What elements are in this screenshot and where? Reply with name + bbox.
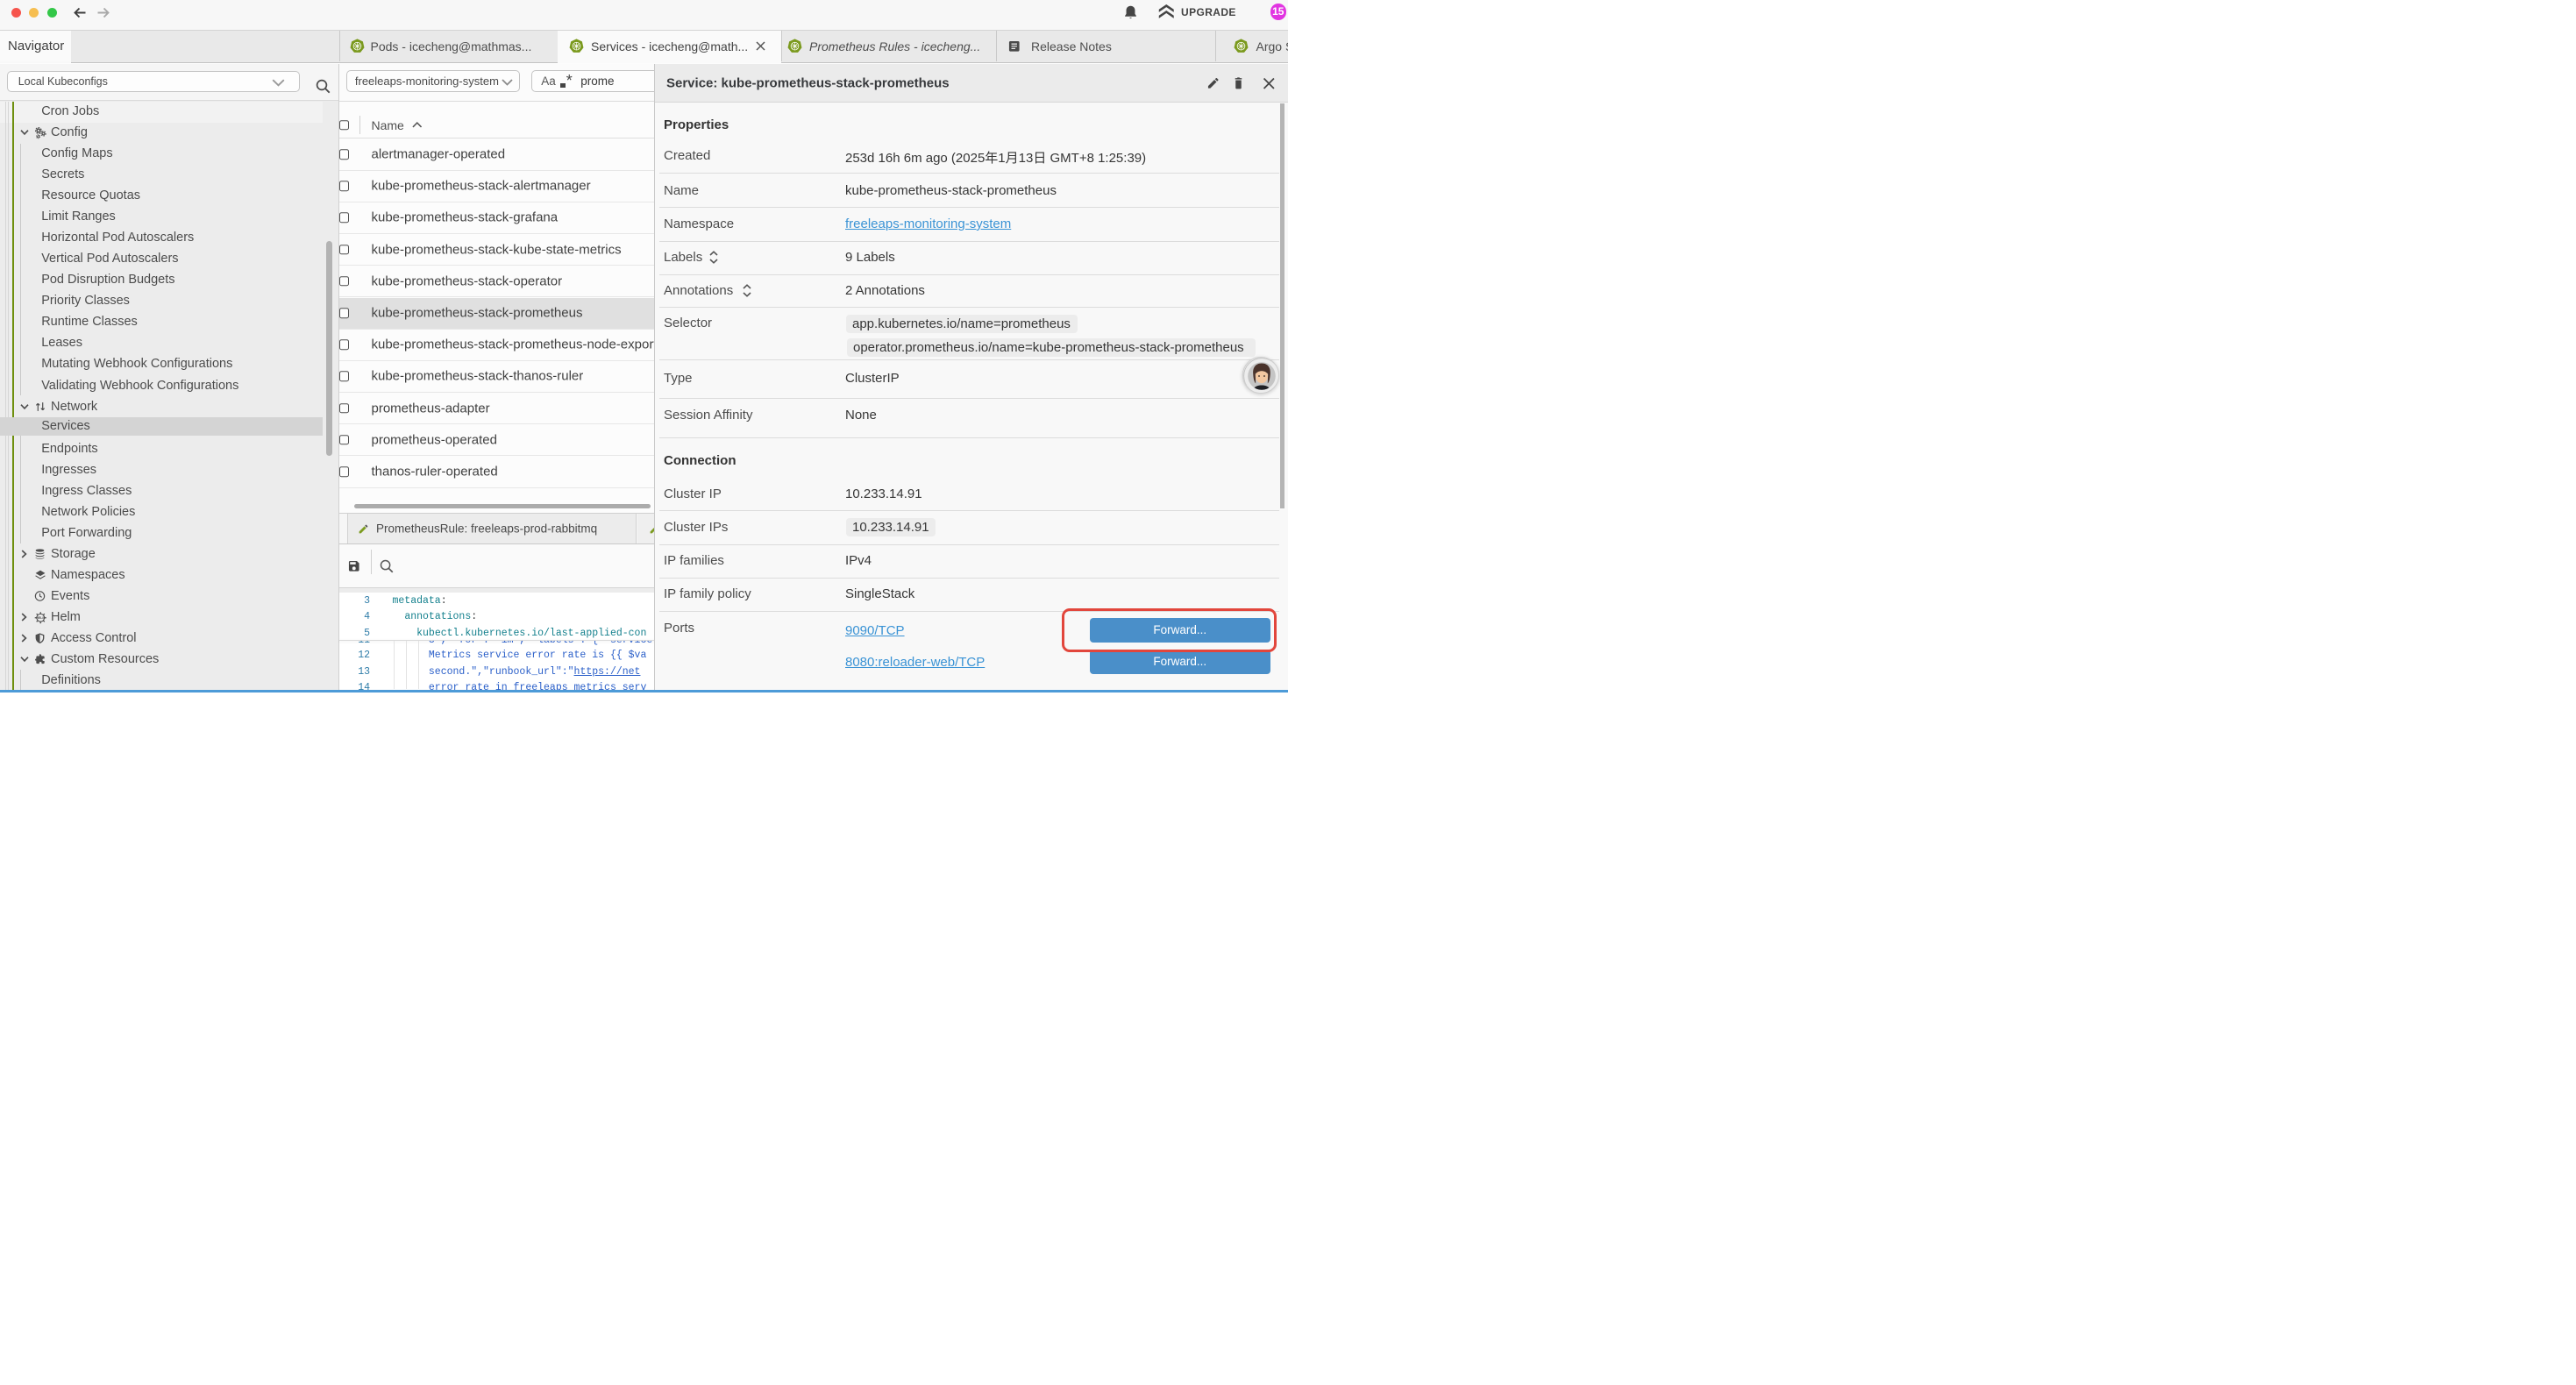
svg-text:HELM: HELM [36, 616, 45, 620]
